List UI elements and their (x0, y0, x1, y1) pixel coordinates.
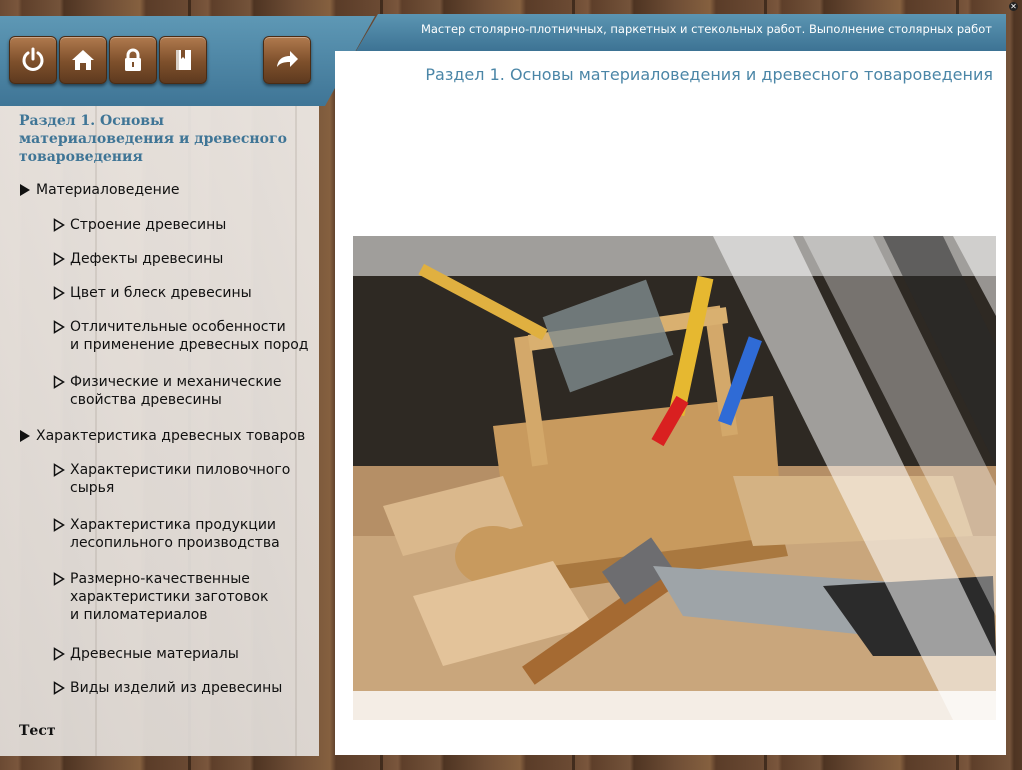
nav-item-label: Материаловедение (36, 182, 180, 198)
arrow-right-icon (277, 51, 298, 67)
nav-item-kharakteristika-tovarov[interactable]: Характеристика древесных товаров (19, 427, 305, 445)
lock-button[interactable] (109, 36, 157, 84)
next-button[interactable] (263, 36, 311, 84)
nav-item-label: Характеристика продукции лесопильного пр… (70, 517, 280, 551)
nav-panel: Раздел 1. Основы материаловедения и древ… (0, 106, 319, 756)
nav-item-lesopilnoe[interactable]: Характеристика продукции лесопильного пр… (53, 516, 280, 552)
triangle-outline-icon (53, 645, 67, 663)
nav-item-otlichitelnye[interactable]: Отличительные особенности и применение д… (53, 318, 308, 354)
course-title: Мастер столярно-плотничных, паркетных и … (420, 22, 992, 36)
nav-item-test[interactable]: Тест (19, 723, 56, 739)
triangle-outline-icon (53, 216, 67, 234)
nav-item-defekty[interactable]: Дефекты древесины (53, 250, 223, 268)
nav-item-label: Цвет и блеск древесины (70, 285, 252, 301)
close-icon[interactable]: ✕ (1009, 1, 1018, 11)
nav-item-pilovochnoe-syrye[interactable]: Характеристики пиловочного сырья (53, 461, 290, 497)
triangle-outline-icon (53, 679, 67, 697)
nav-item-label: Дефекты древесины (70, 251, 224, 267)
window-controls[interactable]: ✕ (1005, 0, 1021, 12)
nav-item-stroenie[interactable]: Строение древесины (53, 216, 226, 234)
nav-item-label: Размерно-качественные характеристики заг… (70, 571, 269, 623)
triangle-filled-icon (19, 181, 33, 199)
nav-item-label: Древесные материалы (70, 646, 239, 662)
triangle-outline-icon (53, 461, 67, 479)
nav-item-label: Физические и механические свойства древе… (70, 374, 282, 408)
nav-item-fizicheskie[interactable]: Физические и механические свойства древе… (53, 373, 281, 409)
nav-item-label: Характеристика древесных товаров (36, 428, 306, 444)
nav-item-label: Отличительные особенности и применение д… (70, 319, 309, 353)
triangle-filled-icon (19, 427, 33, 445)
nav-item-label: Характеристики пиловочного сырья (70, 462, 291, 496)
triangle-outline-icon (53, 318, 67, 336)
nav-item-label: Строение древесины (70, 217, 227, 233)
triangle-outline-icon (53, 284, 67, 302)
header-bar: Мастер столярно-плотничных, паркетных и … (356, 14, 1006, 51)
triangle-outline-icon (53, 570, 67, 588)
nav-item-drevesnye-materialy[interactable]: Древесные материалы (53, 645, 239, 663)
home-button[interactable] (59, 36, 107, 84)
nav-item-label: Виды изделий из древесины (70, 680, 283, 696)
nav-item-razmerno-kachestvennye[interactable]: Размерно-качественные характеристики заг… (53, 570, 268, 624)
power-button[interactable] (9, 36, 57, 84)
home-icon (72, 50, 94, 70)
carpentry-toolbox-image (353, 236, 996, 720)
book-icon (176, 50, 191, 70)
triangle-outline-icon (53, 250, 67, 268)
section-heading: Раздел 1. Основы материаловедения и древ… (425, 65, 993, 84)
nav-item-vidy-izdeliy[interactable]: Виды изделий из древесины (53, 679, 282, 697)
triangle-outline-icon (53, 373, 67, 391)
nav-section-title[interactable]: Раздел 1. Основы материаловедения и древ… (19, 112, 309, 166)
triangle-outline-icon (53, 516, 67, 534)
power-icon (22, 47, 44, 71)
content-area: Раздел 1. Основы материаловедения и древ… (335, 51, 1006, 755)
lock-icon (125, 48, 141, 71)
nav-item-tsvet[interactable]: Цвет и блеск древесины (53, 284, 252, 302)
book-button[interactable] (159, 36, 207, 84)
nav-item-materialovedenie[interactable]: Материаловедение (19, 181, 180, 199)
